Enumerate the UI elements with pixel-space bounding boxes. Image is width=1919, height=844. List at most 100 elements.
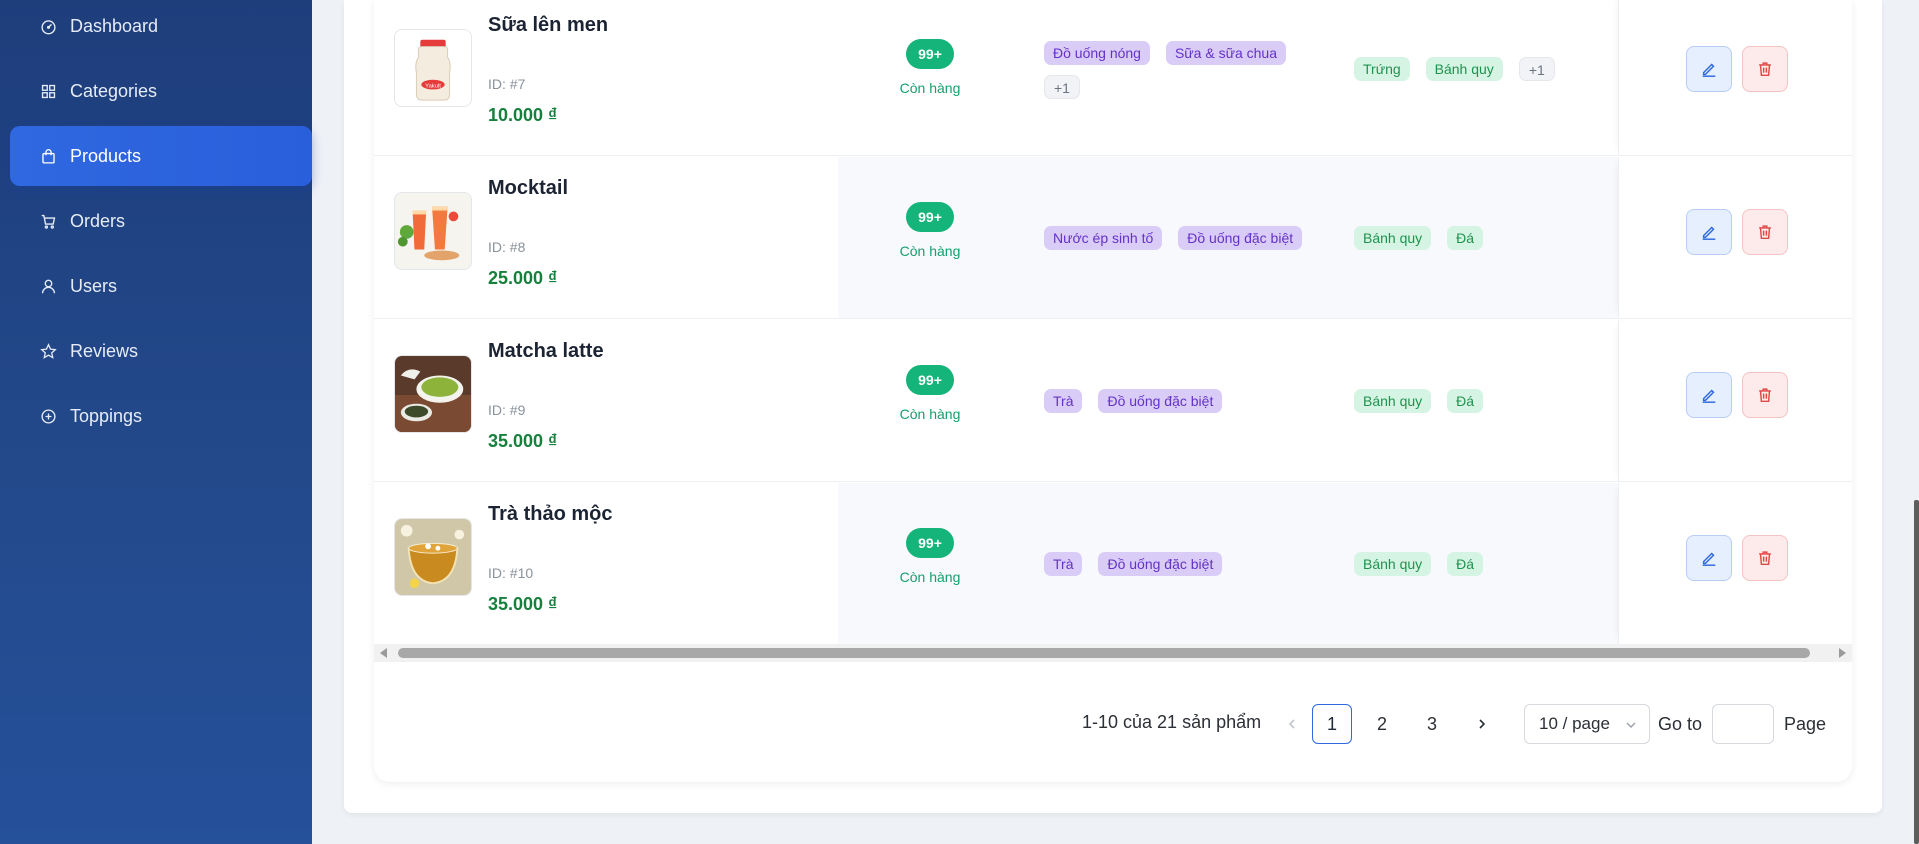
sidebar-item-label: Reviews: [70, 340, 139, 361]
scroll-left-arrow[interactable]: [380, 648, 387, 658]
stock-badge: 99+: [906, 528, 954, 558]
next-page-button[interactable]: [1462, 704, 1502, 744]
table-row: Matcha latte ID: #9 35.000 ₫ 99+ Còn hàn…: [374, 320, 1852, 482]
sidebar-item-label: Toppings: [70, 405, 143, 426]
stock-badge: 99+: [906, 365, 954, 395]
sidebar-item-dashboard[interactable]: Dashboard: [10, 0, 312, 56]
trash-icon: [1759, 388, 1771, 403]
stock-status: Còn hàng: [899, 243, 961, 259]
delete-button[interactable]: [1742, 372, 1788, 418]
stock-badge: 99+: [906, 39, 954, 69]
page-label: Page: [1784, 714, 1827, 734]
scrollbar-thumb[interactable]: [398, 648, 1810, 658]
page-1-button[interactable]: 1: [1312, 704, 1352, 744]
sidebar-item-toppings[interactable]: Toppings: [10, 386, 312, 446]
cart-icon: [41, 214, 56, 229]
table-row: Yakult Sữa lên men ID: #7 10.000 ₫ 99+ C…: [374, 0, 1852, 156]
product-image: [394, 518, 472, 596]
sidebar-item-users[interactable]: Users: [10, 256, 312, 316]
sidebar-item-label: Dashboard: [70, 15, 159, 36]
trash-icon: [1759, 62, 1771, 77]
sidebar-item-label: Products: [70, 145, 142, 166]
category-tag: Đồ uống nóng: [1044, 41, 1150, 65]
topping-tags: Bánh quy Đá: [1354, 389, 1484, 413]
topping-tag: Bánh quy: [1354, 389, 1432, 413]
category-tag: Trà: [1044, 552, 1083, 576]
stock-badge: 99+: [906, 202, 954, 232]
category-tag: Trà: [1044, 389, 1083, 413]
scroll-right-arrow[interactable]: [1839, 648, 1846, 658]
chevron-left-icon: [1288, 719, 1295, 729]
category-tag: Đồ uống đặc biệt: [1098, 389, 1223, 413]
product-id: ID: #7: [488, 76, 526, 92]
category-tag: Đồ uống đặc biệt: [1178, 226, 1303, 250]
product-image: [394, 192, 472, 270]
prev-page-button[interactable]: [1272, 704, 1312, 744]
edit-button[interactable]: [1686, 372, 1732, 418]
product-id: ID: #8: [488, 239, 526, 255]
dashboard-icon: [41, 19, 56, 34]
product-price: 25.000 ₫: [488, 268, 558, 288]
actions-column: [1618, 157, 1852, 318]
stock-status: Còn hàng: [899, 569, 961, 585]
topping-tag: Bánh quy: [1354, 226, 1432, 250]
sidebar-item-reviews[interactable]: Reviews: [10, 321, 312, 381]
page-size-select[interactable]: 10 / page: [1524, 704, 1650, 744]
category-tags: Đồ uống nóng Sữa & sữa chua +1: [1044, 41, 1304, 99]
category-tag: Sữa & sữa chua: [1165, 41, 1286, 65]
delete-button[interactable]: [1742, 209, 1788, 255]
sidebar-item-categories[interactable]: Categories: [10, 61, 312, 121]
delete-button[interactable]: [1742, 535, 1788, 581]
stock-status: Còn hàng: [899, 406, 961, 422]
product-name: Mocktail: [488, 177, 569, 199]
horizontal-scrollbar[interactable]: [374, 644, 1852, 662]
goto-label: Go to: [1658, 714, 1703, 734]
page-2-button[interactable]: 2: [1362, 704, 1402, 744]
edit-button[interactable]: [1686, 209, 1732, 255]
vertical-scrollbar[interactable]: [1914, 500, 1919, 844]
edit-button[interactable]: [1686, 535, 1732, 581]
sidebar: Dashboard Categories Products Orders Use…: [0, 0, 312, 844]
topping-tags: Bánh quy Đá: [1354, 552, 1484, 576]
topping-tag: Trứng: [1354, 57, 1410, 81]
pencil-icon: [1702, 552, 1716, 566]
category-tag: Đồ uống đặc biệt: [1098, 552, 1223, 576]
chevron-right-icon: [1479, 719, 1486, 729]
chevron-down-icon: [1626, 722, 1636, 728]
category-tag: Nước ép sinh tố: [1044, 226, 1163, 250]
pagination-total: 1-10 của 21 sản phẩm: [1082, 712, 1262, 732]
topping-tag: Bánh quy: [1425, 57, 1503, 81]
topping-tag: Đá: [1447, 389, 1484, 413]
sidebar-item-products[interactable]: Products: [10, 126, 312, 186]
user-icon: [41, 279, 56, 293]
topping-tag: Bánh quy: [1354, 552, 1432, 576]
plus-circle-icon: [41, 408, 56, 424]
topping-tags: Trứng Bánh quy +1: [1354, 57, 1555, 81]
edit-button[interactable]: [1686, 46, 1732, 92]
star-icon: [40, 342, 57, 359]
trash-icon: [1759, 225, 1771, 240]
product-name: Trà thảo mộc: [488, 503, 613, 525]
product-price: 10.000 ₫: [488, 105, 558, 125]
delete-button[interactable]: [1742, 46, 1788, 92]
sidebar-item-label: Categories: [70, 80, 158, 101]
grid-icon: [41, 84, 56, 98]
product-image: [394, 355, 472, 433]
actions-column: [1618, 483, 1852, 644]
svg-text:Yakult: Yakult: [425, 83, 441, 89]
sidebar-item-orders[interactable]: Orders: [10, 191, 312, 251]
category-tags: Trà Đồ uống đặc biệt: [1044, 389, 1364, 413]
page-3-button[interactable]: 3: [1412, 704, 1452, 744]
actions-column: [1618, 320, 1852, 481]
stock-status: Còn hàng: [899, 80, 961, 96]
product-id: ID: #9: [488, 402, 526, 418]
page-size-value: 10 / page: [1539, 714, 1610, 733]
bag-icon: [42, 148, 55, 164]
goto-page-input[interactable]: [1712, 704, 1774, 744]
product-price: 35.000 ₫: [488, 431, 558, 451]
table-row: Trà thảo mộc ID: #10 35.000 ₫ 99+ Còn hà…: [374, 483, 1852, 645]
category-tags: Nước ép sinh tố Đồ uống đặc biệt: [1044, 226, 1364, 250]
topping-tag: Đá: [1447, 552, 1484, 576]
actions-column: [1618, 0, 1852, 155]
product-name: Matcha latte: [488, 340, 604, 362]
